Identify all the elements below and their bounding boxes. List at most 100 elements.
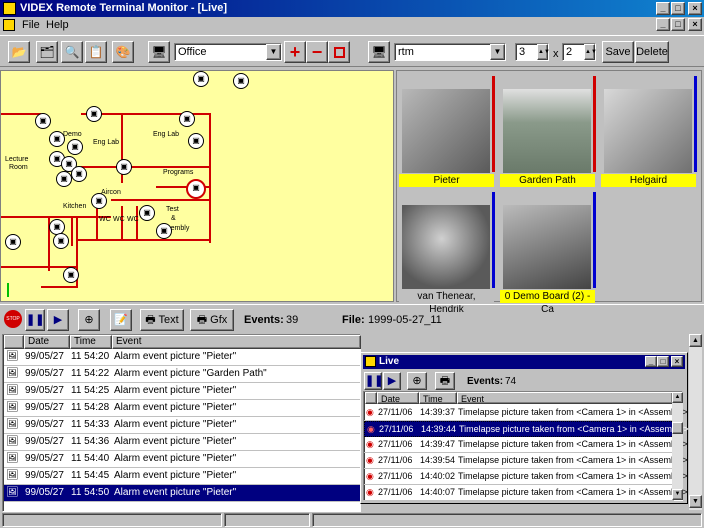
stop-button[interactable]: STOP [4, 309, 22, 331]
live-list-item[interactable]: ◉ 27/11/06 14:39:47 Timelapse picture ta… [364, 437, 688, 453]
table-row[interactable]: 🖼 99/05/27 11 54:45 Alarm event picture … [4, 468, 361, 485]
scroll-up-icon[interactable]: ▲ [689, 334, 702, 347]
camera-tile[interactable]: van Thenear, Hendrik [399, 189, 497, 315]
camera-icon[interactable]: ▣ [35, 113, 51, 129]
search-icon[interactable]: 🔍 [61, 41, 83, 63]
event-log[interactable]: Date Time Event 🖼 99/05/27 11 54:20 Alar… [2, 334, 361, 512]
open-icon[interactable]: 📂 [8, 41, 30, 63]
floor-plan[interactable]: Demo Eng Lab Eng Lab Programs Lecture Ro… [0, 70, 394, 302]
properties-icon[interactable]: 🗂 [36, 41, 58, 63]
camera-icon[interactable]: ▣ [139, 205, 155, 221]
scroll-down-icon[interactable]: ▼ [672, 489, 683, 500]
table-row[interactable]: 🖼 99/05/27 11 54:40 Alarm event picture … [4, 451, 361, 468]
live-column-header-time[interactable]: Time [419, 392, 457, 404]
delete-button[interactable]: Delete [635, 41, 669, 63]
camera-icon[interactable]: ▣ [67, 139, 83, 155]
table-row[interactable]: 🖼 99/05/27 11 54:28 Alarm event picture … [4, 400, 361, 417]
colors-icon[interactable]: 🎨 [112, 41, 134, 63]
camera-icon[interactable]: ▣ [156, 223, 172, 239]
live-column-header-icon[interactable] [365, 392, 377, 404]
stop-square-icon[interactable] [328, 41, 350, 63]
live-list-item[interactable]: ◉ 27/11/06 14:40:02 Timelapse picture ta… [364, 469, 688, 485]
close-button[interactable]: × [688, 2, 702, 15]
column-header-icon[interactable] [4, 335, 24, 349]
cols-stepper[interactable]: 2 ▲▼ [562, 43, 597, 61]
live-close-button[interactable]: × [671, 356, 683, 367]
mdi-restore-button[interactable]: □ [671, 18, 685, 31]
table-row[interactable]: 🖼 99/05/27 11 54:22 Alarm event picture … [4, 366, 361, 383]
chevron-down-icon[interactable]: ▼ [266, 44, 281, 60]
live-minimize-button[interactable]: _ [645, 356, 657, 367]
camera-icon[interactable]: ▣ [91, 193, 107, 209]
print-gfx-button[interactable]: 🖶 Gfx [190, 309, 234, 331]
add-icon[interactable]: + [284, 41, 306, 63]
minimize-button[interactable]: _ [656, 2, 670, 15]
mdi-minimize-button[interactable]: _ [656, 18, 670, 31]
scroll-thumb[interactable] [672, 422, 683, 434]
live-print-icon[interactable]: 🖶 [435, 372, 455, 390]
camera-icon[interactable]: ▣ [5, 234, 21, 250]
live-scrollbar[interactable]: ▲ ▼ [672, 392, 683, 500]
menu-help[interactable]: Help [42, 17, 73, 33]
camera-icon[interactable]: ▣ [71, 166, 87, 182]
camera-icon[interactable]: ▣ [63, 267, 79, 283]
maximize-button[interactable]: □ [671, 2, 685, 15]
pause-button[interactable]: ❚❚ [25, 309, 45, 331]
camera-icon[interactable]: ▣ [233, 73, 249, 89]
mdi-close-button[interactable]: × [688, 18, 702, 31]
scroll-up-icon[interactable]: ▲ [672, 392, 683, 403]
table-row[interactable]: 🖼 99/05/27 11 54:25 Alarm event picture … [4, 383, 361, 400]
live-event-list[interactable]: Date Time Event ◉ 27/11/06 14:39:37 Time… [363, 391, 689, 501]
live-list-item[interactable]: ◉ 27/11/06 14:39:37 Timelapse picture ta… [364, 405, 688, 421]
live-list-item-selected[interactable]: ◉ 27/11/06 14:39:44 Timelapse picture ta… [364, 421, 689, 437]
camera-icon[interactable]: ▣ [49, 131, 65, 147]
camera-icon[interactable]: ▣ [179, 111, 195, 127]
camera-icon[interactable]: ▣ [53, 233, 69, 249]
camera-tile[interactable]: 0 Demo Board (2) - Ca [500, 189, 598, 315]
site-select[interactable]: Office ▼ [174, 43, 282, 61]
scroll-down-icon[interactable]: ▼ [689, 495, 702, 508]
layout-icon[interactable]: 🖥 [368, 41, 390, 63]
live-window[interactable]: Live _ □ × ❚❚ ▶ ⊕ 🖶 Events: 74 Date Time… [360, 352, 689, 504]
table-row[interactable]: 🖼 99/05/27 11 54:36 Alarm event picture … [4, 434, 361, 451]
live-title-bar[interactable]: Live _ □ × [363, 355, 685, 369]
spin-icon[interactable]: ▲▼ [537, 44, 550, 60]
chevron-down-icon[interactable]: ▼ [490, 44, 505, 60]
site-icon[interactable]: 🖥 [148, 41, 170, 63]
live-network-icon[interactable]: ⊕ [407, 372, 427, 390]
column-header-date[interactable]: Date [24, 335, 70, 349]
column-header-time[interactable]: Time [70, 335, 112, 349]
main-scrollbar[interactable]: ▲ ▼ [689, 334, 702, 510]
live-column-header-date[interactable]: Date [377, 392, 419, 404]
live-list-item[interactable]: ◉ 27/11/06 14:39:54 Timelapse picture ta… [364, 453, 688, 469]
spin-icon[interactable]: ▲▼ [584, 44, 597, 60]
column-header-event[interactable]: Event [112, 335, 361, 349]
camera-tile[interactable]: Garden Path [500, 73, 598, 189]
live-play-button[interactable]: ▶ [383, 372, 401, 390]
camera-tile[interactable]: Helgaird [601, 73, 699, 189]
camera-icon[interactable]: ▣ [188, 133, 204, 149]
camera-tile[interactable]: Pieter [399, 73, 497, 189]
live-pause-button[interactable]: ❚❚ [364, 372, 383, 390]
live-maximize-button[interactable]: □ [657, 356, 669, 367]
camera-icon[interactable]: ▣ [193, 71, 209, 87]
menu-file[interactable]: File [18, 17, 44, 33]
remove-icon[interactable]: − [306, 41, 328, 63]
camera-icon[interactable]: ▣ [116, 159, 132, 175]
clipboard-icon[interactable]: 📋 [85, 41, 107, 63]
table-row-selected[interactable]: 🖼 99/05/27 11 54:50 Alarm event picture … [4, 485, 361, 502]
table-row[interactable]: 🖼 99/05/27 11 54:33 Alarm event picture … [4, 417, 361, 434]
live-list-item[interactable]: ◉ 27/11/06 14:40:07 Timelapse picture ta… [364, 485, 688, 501]
rows-stepper[interactable]: 3 ▲▼ [515, 43, 550, 61]
network-icon[interactable]: ⊕ [78, 309, 100, 331]
camera-icon[interactable]: ▣ [186, 179, 206, 199]
table-row[interactable]: 🖼 99/05/27 11 54:20 Alarm event picture … [4, 349, 361, 366]
notes-icon[interactable]: 📝 [110, 309, 132, 331]
camera-icon[interactable]: ▣ [86, 106, 102, 122]
live-column-header-event[interactable]: Event [457, 392, 673, 404]
play-button[interactable]: ▶ [47, 309, 69, 331]
print-text-button[interactable]: 🖶 Text [140, 309, 184, 331]
camera-icon[interactable]: ▣ [56, 171, 72, 187]
layout-select[interactable]: rtm ▼ [394, 43, 506, 61]
save-button[interactable]: Save [602, 41, 634, 63]
